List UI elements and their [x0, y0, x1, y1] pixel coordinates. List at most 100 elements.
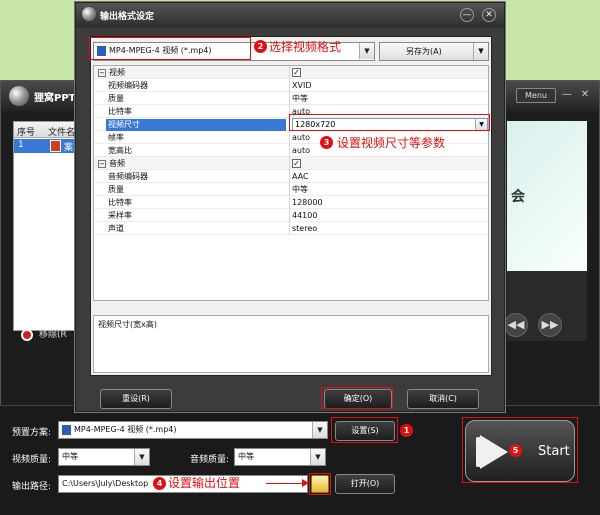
collapse-icon[interactable]: − — [98, 159, 106, 168]
enable-checkbox[interactable]: ✓ — [292, 68, 301, 77]
menu-button-label: Menu — [525, 91, 547, 100]
preset-label: 预置方案: — [12, 428, 52, 438]
open-button-label: 打开(O) — [350, 479, 380, 488]
property-row[interactable]: 质量 中等 — [94, 183, 488, 196]
file-list-header: 序号 文件名 — [14, 122, 76, 138]
save-as-button[interactable]: 另存为(A) ▼ — [379, 42, 489, 61]
highlight-ok — [321, 387, 393, 409]
property-row[interactable]: 视频编码器 XVID — [94, 79, 488, 92]
property-value: XVID — [292, 81, 312, 90]
preview-panel: 会 — [507, 121, 587, 271]
note-video-size: 设置视频尺寸等参数 — [337, 136, 446, 150]
app-logo-icon — [9, 86, 29, 106]
property-key-text: 声道 — [108, 224, 124, 233]
property-key: − 视频 — [96, 67, 276, 79]
property-value: auto — [292, 146, 311, 155]
column-divider — [289, 144, 290, 157]
preview-text: 会 — [511, 189, 525, 205]
column-divider — [289, 66, 290, 79]
list-item-number: 1 — [18, 140, 24, 150]
column-divider — [289, 222, 290, 235]
minimize-icon[interactable]: — — [561, 89, 573, 101]
property-value: 128000 — [292, 198, 323, 207]
property-value: 44100 — [292, 211, 318, 220]
property-row[interactable]: 比特率 128000 — [94, 196, 488, 209]
chevron-down-icon: ▼ — [312, 422, 327, 438]
minimize-icon[interactable]: — — [460, 8, 474, 22]
column-divider — [289, 196, 290, 209]
dialog-titlebar: 输出格式设定 — ✕ — [76, 3, 504, 28]
property-key: 声道 — [106, 223, 286, 235]
preset-select[interactable]: MP4-MPEG-4 视频 (*.mp4) ▼ — [58, 421, 328, 439]
property-key: 视频尺寸 — [106, 119, 286, 131]
property-key: 质量 — [106, 93, 286, 105]
note-output-location: 设置输出位置 — [168, 476, 241, 490]
video-quality-select[interactable]: 中等 ▼ — [58, 448, 150, 466]
property-section[interactable]: − 音频 ✓ — [94, 157, 488, 170]
property-description: 视频尺寸(宽x高) — [93, 315, 489, 373]
property-section[interactable]: − 视频 ✓ — [94, 66, 488, 79]
column-divider — [289, 131, 290, 144]
property-key-text: 音频编码器 — [108, 172, 148, 181]
property-row[interactable]: 音频编码器 AAC — [94, 170, 488, 183]
property-key-text: 视频尺寸 — [108, 120, 140, 129]
column-divider — [289, 209, 290, 222]
list-item-name: 案 — [64, 143, 74, 153]
property-key: 帧率 — [106, 132, 286, 144]
output-format-dialog: 输出格式设定 — ✕ MP4-MPEG-4 视频 (*.mp4) ▼ 另存为(A… — [75, 2, 505, 412]
column-divider — [289, 183, 290, 196]
property-row[interactable]: 声道 stereo — [94, 222, 488, 235]
note-select-format: 选择视频格式 — [269, 40, 342, 54]
video-quality-label: 视频质量: — [12, 455, 52, 465]
chevron-down-icon: ▼ — [310, 449, 325, 465]
column-divider — [289, 92, 290, 105]
column-divider — [289, 170, 290, 183]
audio-quality-label: 音频质量: — [190, 455, 230, 465]
step-badge-3: 3 — [320, 136, 333, 149]
close-icon[interactable]: ✕ — [482, 8, 496, 22]
enable-checkbox[interactable]: ✓ — [292, 159, 301, 168]
arrow-line — [266, 483, 306, 484]
rewind-icon[interactable]: ◀◀ — [504, 313, 528, 337]
highlight-settings — [331, 417, 398, 443]
property-value: 中等 — [292, 94, 308, 103]
menu-button[interactable]: Menu — [516, 88, 556, 103]
property-value: ✓ — [292, 67, 301, 78]
reset-button[interactable]: 重设(R) — [100, 389, 172, 409]
property-row[interactable]: 采样率 44100 — [94, 209, 488, 222]
next-icon[interactable]: ▶▶ — [538, 313, 562, 337]
collapse-icon[interactable]: − — [98, 68, 106, 77]
dialog-footer: 重设(R) 确定(O) 取消(C) — [76, 381, 504, 411]
property-key-text: 质量 — [108, 185, 124, 194]
remove-icon — [21, 328, 33, 341]
audio-quality-select[interactable]: 中等 ▼ — [234, 448, 326, 466]
column-header-index[interactable]: 序号 — [17, 125, 35, 138]
ppt-file-icon — [50, 140, 61, 152]
step-badge-4: 4 — [153, 477, 166, 490]
property-key: 宽高比 — [106, 145, 286, 157]
highlight-folder — [309, 473, 331, 495]
property-key-text: 帧率 — [108, 133, 124, 142]
file-list: 序号 文件名 1 案 — [13, 121, 77, 331]
step-badge-1: 1 — [400, 424, 413, 437]
property-key: 视频编码器 — [106, 80, 286, 92]
property-row[interactable]: 质量 中等 — [94, 92, 488, 105]
list-item[interactable]: 1 案 — [14, 139, 76, 153]
output-path-label: 输出路径: — [12, 482, 52, 492]
video-file-icon — [62, 424, 71, 435]
property-key-text: 视频编码器 — [108, 81, 148, 90]
dialog-content: MP4-MPEG-4 视频 (*.mp4) ▼ 另存为(A) ▼ − 视频 ✓ 视频编… — [90, 36, 492, 376]
video-quality-value: 中等 — [62, 452, 78, 461]
highlight-format — [89, 37, 251, 60]
property-key: 质量 — [106, 184, 286, 196]
cancel-button-label: 取消(C) — [429, 394, 457, 403]
remove-button[interactable]: 移除(R — [21, 327, 67, 341]
audio-quality-value: 中等 — [238, 452, 254, 461]
column-header-filename[interactable]: 文件名 — [48, 125, 75, 138]
cancel-button[interactable]: 取消(C) — [407, 389, 479, 409]
open-button[interactable]: 打开(O) — [335, 474, 395, 494]
close-icon[interactable]: ✕ — [579, 89, 591, 101]
property-key-text: 质量 — [108, 94, 124, 103]
column-divider — [289, 157, 290, 170]
property-key: − 音频 — [96, 158, 276, 170]
